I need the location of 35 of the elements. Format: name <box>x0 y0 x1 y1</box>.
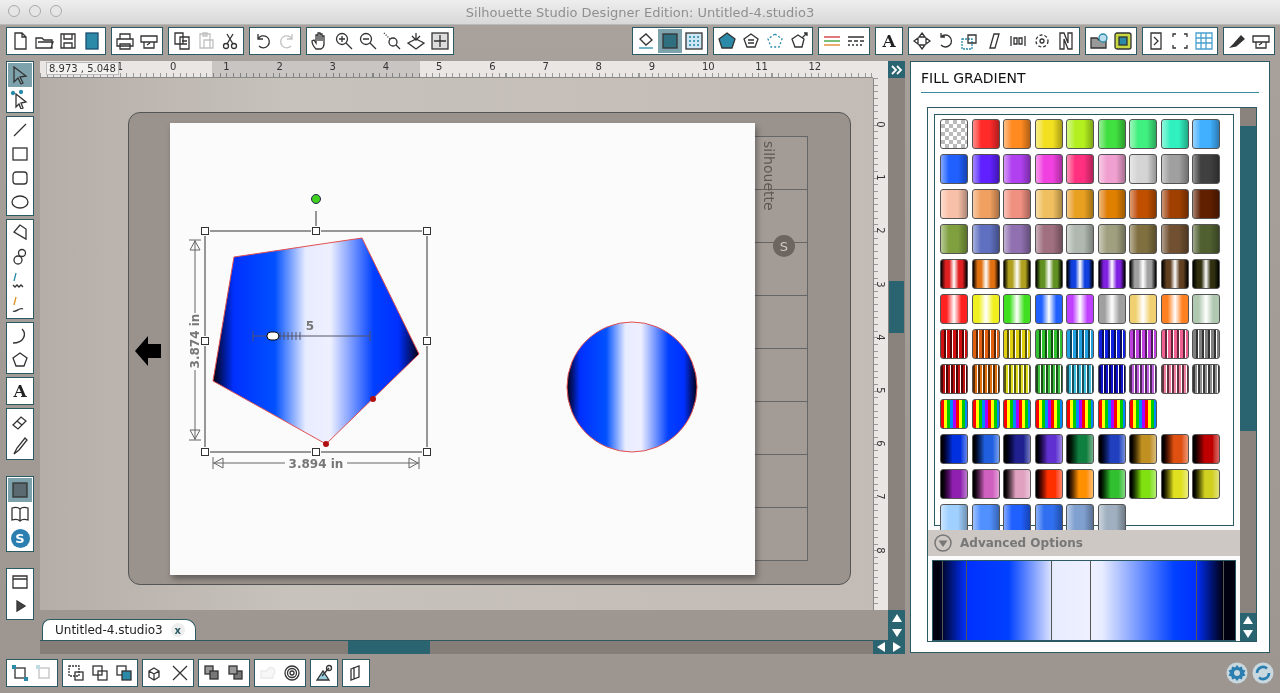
ruler-label: 9 <box>648 61 656 72</box>
ruler-label: 1 <box>223 61 230 72</box>
tab-label: Untitled-4.studio3 <box>55 623 163 637</box>
mat-logo: S <box>773 235 795 257</box>
height-label: 3.874 in <box>188 313 202 369</box>
mat-brand: silhouette <box>761 141 777 211</box>
ruler-label: 6 <box>489 61 496 72</box>
ruler-label: 2 <box>874 227 886 235</box>
ruler-label: 6 <box>874 440 886 447</box>
ruler-label: 4 <box>874 334 886 341</box>
ruler-label: 3 <box>874 280 886 288</box>
ruler-label: 5 <box>874 387 886 394</box>
ruler-label: 7 <box>874 493 886 501</box>
ruler-label: 10 <box>702 61 715 72</box>
advanced-options-label: Advanced Options <box>960 536 1083 550</box>
ruler-label: 12 <box>808 61 822 72</box>
ruler-label: 11 <box>755 61 768 72</box>
ruler-label: 4 <box>382 61 390 72</box>
ruler-label: 3 <box>329 61 336 72</box>
ruler-label: 0 <box>874 121 886 128</box>
document-tab[interactable]: Untitled-4.studio3 x <box>42 619 196 640</box>
store-button[interactable]: S <box>8 526 32 550</box>
ruler-label: 5 <box>436 61 443 72</box>
panel-title: FILL GRADIENT <box>921 70 1259 93</box>
ruler-label: 8 <box>595 61 602 72</box>
ruler-label: 1 <box>874 174 886 181</box>
gradient-angle-label: 5 <box>305 319 315 333</box>
cursor-coordinates: 8.973 , 5.048 <box>46 62 119 75</box>
width-label: 3.894 in <box>288 457 344 471</box>
window-title: Silhouette Studio Designer Edition: Untitled-4.studio3 <box>465 4 815 20</box>
close-tab-button[interactable]: x <box>170 623 185 637</box>
ruler-label: 2 <box>276 61 283 72</box>
ruler-label: 7 <box>542 61 549 72</box>
ruler-label: 0 <box>170 61 177 72</box>
ruler-label: 8 <box>874 546 886 554</box>
